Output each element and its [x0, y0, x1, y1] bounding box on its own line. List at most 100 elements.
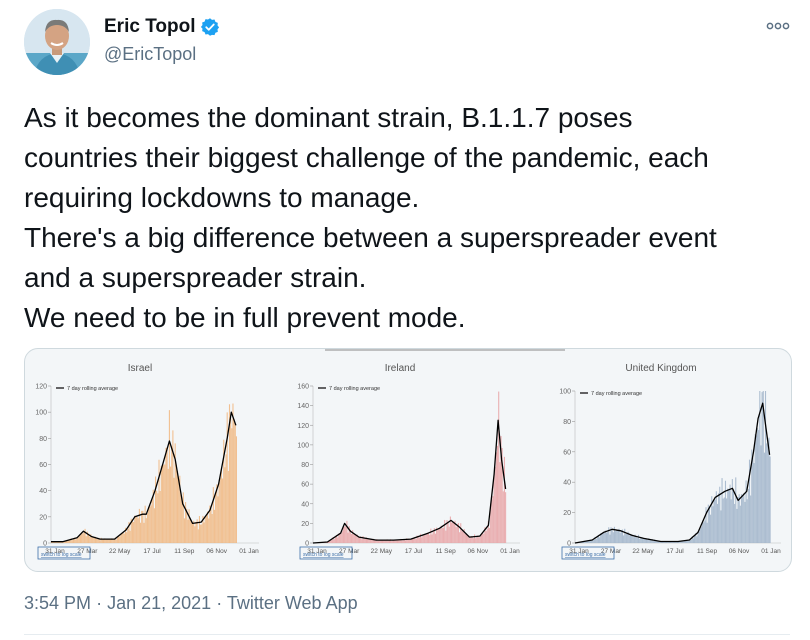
y-tick-label: 60	[301, 482, 309, 489]
daily-bar	[230, 418, 232, 543]
tweet-time[interactable]: 3:54 PM	[24, 593, 91, 613]
daily-bar	[200, 524, 202, 543]
daily-bar	[127, 528, 129, 543]
daily-bar	[181, 501, 183, 543]
y-tick-label: 40	[39, 488, 47, 495]
daily-bar	[423, 534, 425, 543]
daily-bar	[413, 538, 415, 543]
daily-bar	[710, 514, 712, 543]
x-tick-label: 22 May	[371, 548, 393, 555]
daily-bar	[631, 534, 633, 543]
chart-title: Ireland	[385, 363, 416, 374]
daily-bar	[173, 477, 175, 543]
daily-bar	[593, 540, 595, 543]
daily-bar	[167, 468, 169, 543]
daily-bar	[341, 531, 343, 543]
daily-bar	[178, 479, 180, 543]
legend-label: 7 day rolling average	[591, 391, 642, 397]
tweet-date[interactable]: Jan 21, 2021	[107, 593, 211, 613]
daily-bar	[633, 537, 635, 543]
author-name[interactable]: Eric Topol	[104, 16, 195, 38]
daily-bar	[183, 518, 185, 543]
y-tick-label: 0	[43, 541, 47, 548]
daily-bar	[478, 537, 480, 543]
x-tick-label: 01 Jan	[239, 548, 259, 555]
daily-bar	[715, 491, 717, 543]
author-handle[interactable]: @EricTopol	[104, 44, 196, 65]
daily-bar	[464, 534, 466, 543]
daily-bar	[231, 428, 233, 543]
daily-bar	[447, 521, 449, 543]
tweet-line: and a superspreader strain.	[24, 262, 367, 293]
daily-bar	[71, 540, 73, 543]
daily-bar	[742, 496, 744, 543]
daily-bar	[617, 530, 619, 543]
daily-bar	[146, 513, 149, 543]
daily-bar	[703, 522, 705, 543]
daily-bar	[115, 539, 117, 543]
daily-bar	[437, 529, 439, 543]
daily-bar	[345, 525, 347, 543]
daily-bar	[424, 534, 426, 543]
more-icon[interactable]	[766, 18, 790, 34]
daily-bar	[344, 526, 346, 543]
daily-bar	[497, 445, 499, 543]
daily-bar	[96, 538, 98, 543]
daily-bar	[602, 533, 604, 543]
daily-bar	[750, 495, 752, 543]
avatar-image	[24, 9, 90, 75]
tweet-line: We need to be in full prevent mode.	[24, 302, 466, 333]
daily-bar	[355, 535, 357, 543]
daily-bar	[207, 511, 209, 543]
daily-bar	[503, 456, 505, 543]
daily-bar	[85, 536, 87, 543]
y-tick-label: 120	[35, 384, 47, 391]
daily-bar	[176, 470, 179, 543]
daily-bar	[471, 536, 473, 543]
charts-svg: Israel02040608010012031 Jan 27 Mar 22 May 1…	[35, 349, 781, 560]
daily-bar	[401, 540, 403, 543]
daily-bar	[738, 494, 740, 543]
author-name-row[interactable]: Eric Topol	[104, 16, 220, 38]
daily-bar	[767, 442, 769, 543]
daily-bar	[431, 534, 433, 543]
daily-bar	[361, 539, 363, 543]
daily-bar	[405, 540, 407, 543]
daily-bar	[201, 524, 203, 543]
daily-bar	[101, 539, 103, 543]
daily-bar	[346, 520, 348, 543]
daily-bar	[197, 529, 199, 543]
daily-bar	[763, 452, 765, 543]
daily-bar	[225, 454, 227, 543]
daily-bar	[722, 498, 724, 543]
daily-bar	[421, 537, 423, 543]
daily-bar	[219, 477, 221, 543]
y-tick-label: 120	[297, 423, 309, 430]
x-tick-label: 22 May	[632, 548, 654, 555]
tweet-media-image[interactable]: Israel 0 20 40 60 80 100 120 31 Jan 27 Mar 22 May 1…	[24, 348, 792, 572]
daily-bar	[428, 532, 430, 543]
daily-bar	[198, 516, 201, 543]
x-tick-label: 06 Nov	[206, 548, 227, 555]
y-tick-label: 100	[35, 410, 47, 417]
log-scale-toggle-label: switch to log scale	[41, 552, 82, 558]
daily-bar	[491, 499, 493, 543]
daily-bar	[204, 516, 206, 543]
avatar[interactable]	[24, 9, 90, 75]
daily-bar	[215, 492, 217, 543]
tweet-source[interactable]: Twitter Web App	[227, 593, 358, 613]
daily-bar	[474, 534, 476, 543]
daily-bar	[122, 532, 124, 543]
daily-bar	[340, 533, 342, 543]
daily-bar	[105, 539, 107, 543]
daily-bar	[99, 540, 101, 543]
daily-bar	[718, 493, 720, 543]
daily-bar	[737, 497, 739, 543]
divider	[24, 634, 790, 635]
daily-bar	[387, 540, 389, 543]
daily-bar	[626, 533, 628, 543]
daily-bar	[723, 497, 725, 543]
daily-bar	[357, 537, 359, 543]
y-tick-label: 40	[563, 480, 571, 487]
daily-bar	[624, 528, 626, 543]
